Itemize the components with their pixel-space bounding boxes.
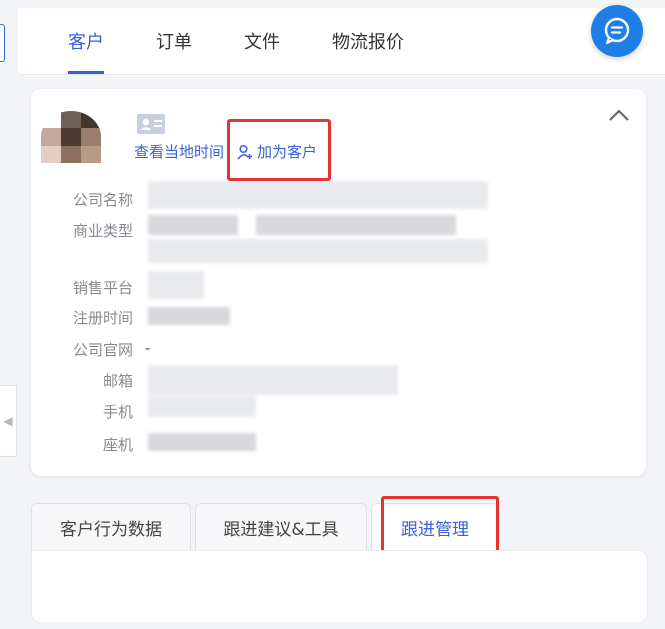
chat-button[interactable] xyxy=(591,5,643,57)
main-tabs: 客户 订单 文件 物流报价 xyxy=(68,8,456,74)
top-tab-bar: 客户 订单 文件 物流报价 xyxy=(18,8,665,75)
id-card-icon xyxy=(137,114,165,134)
redacted-company-name xyxy=(148,181,488,209)
redacted-email xyxy=(148,365,398,395)
annotation-highlight-add-customer xyxy=(227,119,331,181)
redacted-business-type-2 xyxy=(256,215,456,235)
redacted-register-time xyxy=(148,307,230,325)
field-label-mobile: 手机 xyxy=(102,403,133,421)
view-local-time-link[interactable]: 查看当地时间 xyxy=(134,141,224,162)
field-label-company: 公司名称 xyxy=(72,191,133,209)
field-label-sales-platform: 销售平台 xyxy=(72,279,133,297)
redacted-mobile xyxy=(148,395,256,417)
tab-orders[interactable]: 订单 xyxy=(156,8,192,74)
redacted-business-type xyxy=(148,215,238,235)
left-input-edge[interactable] xyxy=(0,24,5,62)
field-label-business-type: 商业类型 xyxy=(72,222,133,240)
chevron-up-icon[interactable] xyxy=(607,107,631,123)
field-value-website: - xyxy=(145,339,151,357)
field-label-email: 邮箱 xyxy=(102,372,133,390)
tab-files[interactable]: 文件 xyxy=(244,8,280,74)
redacted-business-type-3 xyxy=(148,239,488,263)
customer-profile-card: 查看当地时间 加为客户 公司名称 商业类型 销售平台 注册时间 公司官网 - 邮… xyxy=(31,89,646,476)
redacted-landline xyxy=(148,433,256,451)
left-panel-edge xyxy=(0,0,18,629)
tab-customer-behavior-data[interactable]: 客户行为数据 xyxy=(31,503,191,550)
sub-tab-content-panel xyxy=(31,550,648,623)
tab-follow-up-suggestions[interactable]: 跟进建议&工具 xyxy=(195,503,367,550)
sidebar-collapse-handle[interactable]: ◀ xyxy=(0,385,17,457)
redacted-sales-platform xyxy=(148,271,204,299)
avatar xyxy=(41,111,101,163)
field-label-landline: 座机 xyxy=(102,436,133,454)
field-label-register-time: 注册时间 xyxy=(72,309,133,327)
chat-bubble-icon xyxy=(604,17,630,45)
field-label-website: 公司官网 xyxy=(72,341,133,359)
tab-customer[interactable]: 客户 xyxy=(68,8,104,74)
chevron-left-icon: ◀ xyxy=(3,414,13,428)
tab-logistics-quote[interactable]: 物流报价 xyxy=(332,8,404,74)
